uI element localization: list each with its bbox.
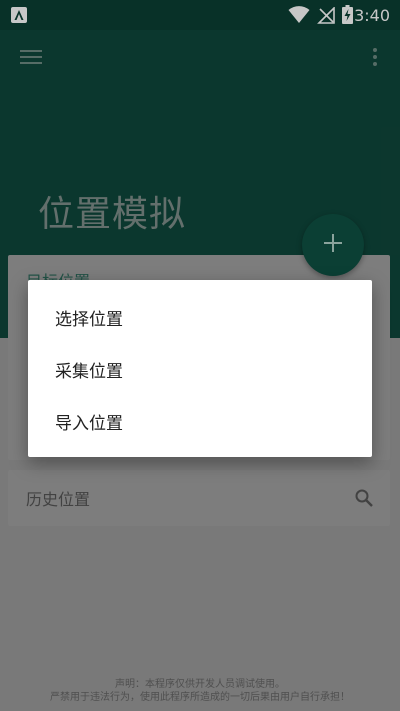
menu-item-collect-location[interactable]: 采集位置 (28, 343, 372, 395)
menu-item-select-location[interactable]: 选择位置 (28, 291, 372, 343)
location-source-menu: 选择位置 采集位置 导入位置 (28, 280, 372, 457)
menu-item-label: 采集位置 (55, 361, 123, 382)
menu-item-label: 选择位置 (55, 309, 123, 330)
add-icon (323, 233, 343, 257)
add-location-fab[interactable] (302, 214, 364, 276)
menu-item-label: 导入位置 (55, 413, 123, 434)
menu-item-import-location[interactable]: 导入位置 (28, 395, 372, 447)
